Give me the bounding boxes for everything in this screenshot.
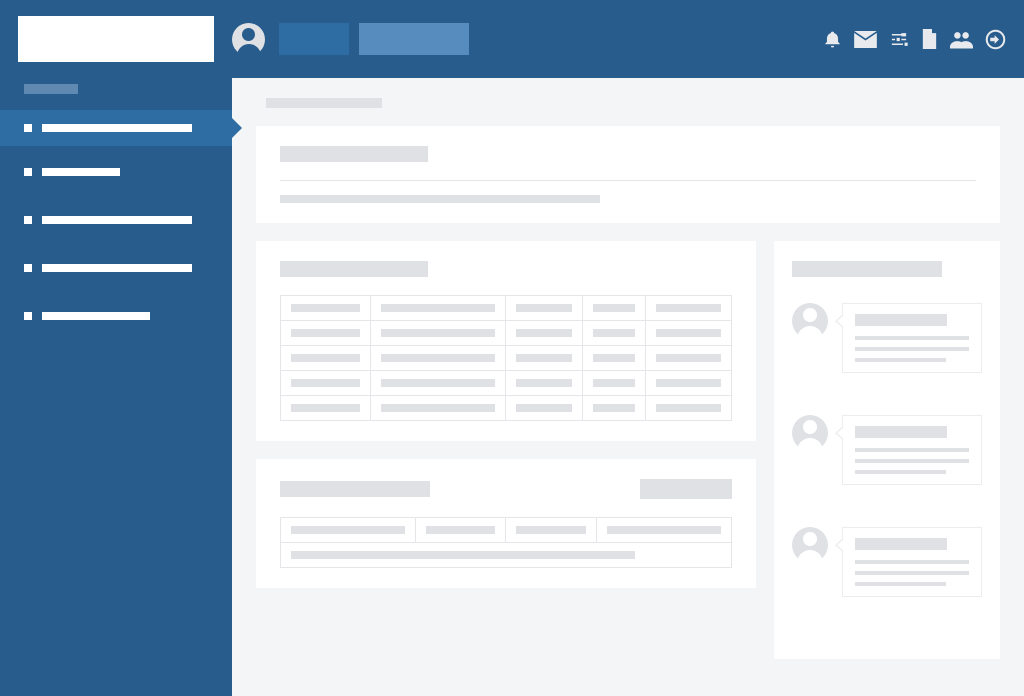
sidebar: [0, 78, 232, 696]
table-card: [256, 241, 756, 441]
form-action-button[interactable]: [640, 479, 732, 499]
mail-icon[interactable]: [854, 31, 877, 48]
table-row: [281, 396, 732, 421]
avatar-icon: [792, 303, 828, 339]
activity-body: [842, 303, 982, 373]
activity-card: [774, 241, 1000, 659]
intro-card: [256, 126, 1000, 223]
intro-subtitle: [280, 195, 600, 203]
table-row: [281, 321, 732, 346]
main-content: [232, 78, 1024, 696]
table-row: [281, 371, 732, 396]
avatar-icon: [792, 415, 828, 451]
activity-item: [792, 415, 982, 485]
data-table: [280, 295, 732, 421]
top-bar: [0, 0, 1024, 78]
activity-body: [842, 415, 982, 485]
logo[interactable]: [18, 16, 214, 62]
bell-icon[interactable]: [823, 30, 842, 49]
document-icon[interactable]: [921, 29, 938, 49]
sidebar-item-1[interactable]: [0, 110, 232, 146]
header-nav-button-b[interactable]: [359, 23, 469, 55]
user-avatar-icon[interactable]: [232, 23, 265, 56]
table-title: [280, 261, 428, 277]
table-row: [281, 543, 732, 568]
intro-title: [280, 146, 428, 162]
sidebar-item-4[interactable]: [0, 250, 232, 286]
sidebar-item-3[interactable]: [0, 202, 232, 238]
table-row: [281, 518, 732, 543]
activity-item: [792, 303, 982, 373]
avatar-icon: [792, 527, 828, 563]
activity-title: [792, 261, 942, 277]
form-title: [280, 481, 430, 497]
header-icon-tray: [823, 29, 1006, 50]
table-row: [281, 296, 732, 321]
activity-body: [842, 527, 982, 597]
sliders-icon[interactable]: [889, 30, 909, 49]
breadcrumb: [266, 98, 382, 108]
form-card: [256, 459, 756, 588]
header-nav-button-a[interactable]: [279, 23, 349, 55]
activity-item: [792, 527, 982, 597]
users-icon[interactable]: [950, 30, 973, 49]
form-table: [280, 517, 732, 568]
table-row: [281, 346, 732, 371]
logout-icon[interactable]: [985, 29, 1006, 50]
sidebar-item-5[interactable]: [0, 298, 232, 334]
sidebar-item-2[interactable]: [0, 154, 232, 190]
sidebar-section-header: [0, 84, 232, 104]
